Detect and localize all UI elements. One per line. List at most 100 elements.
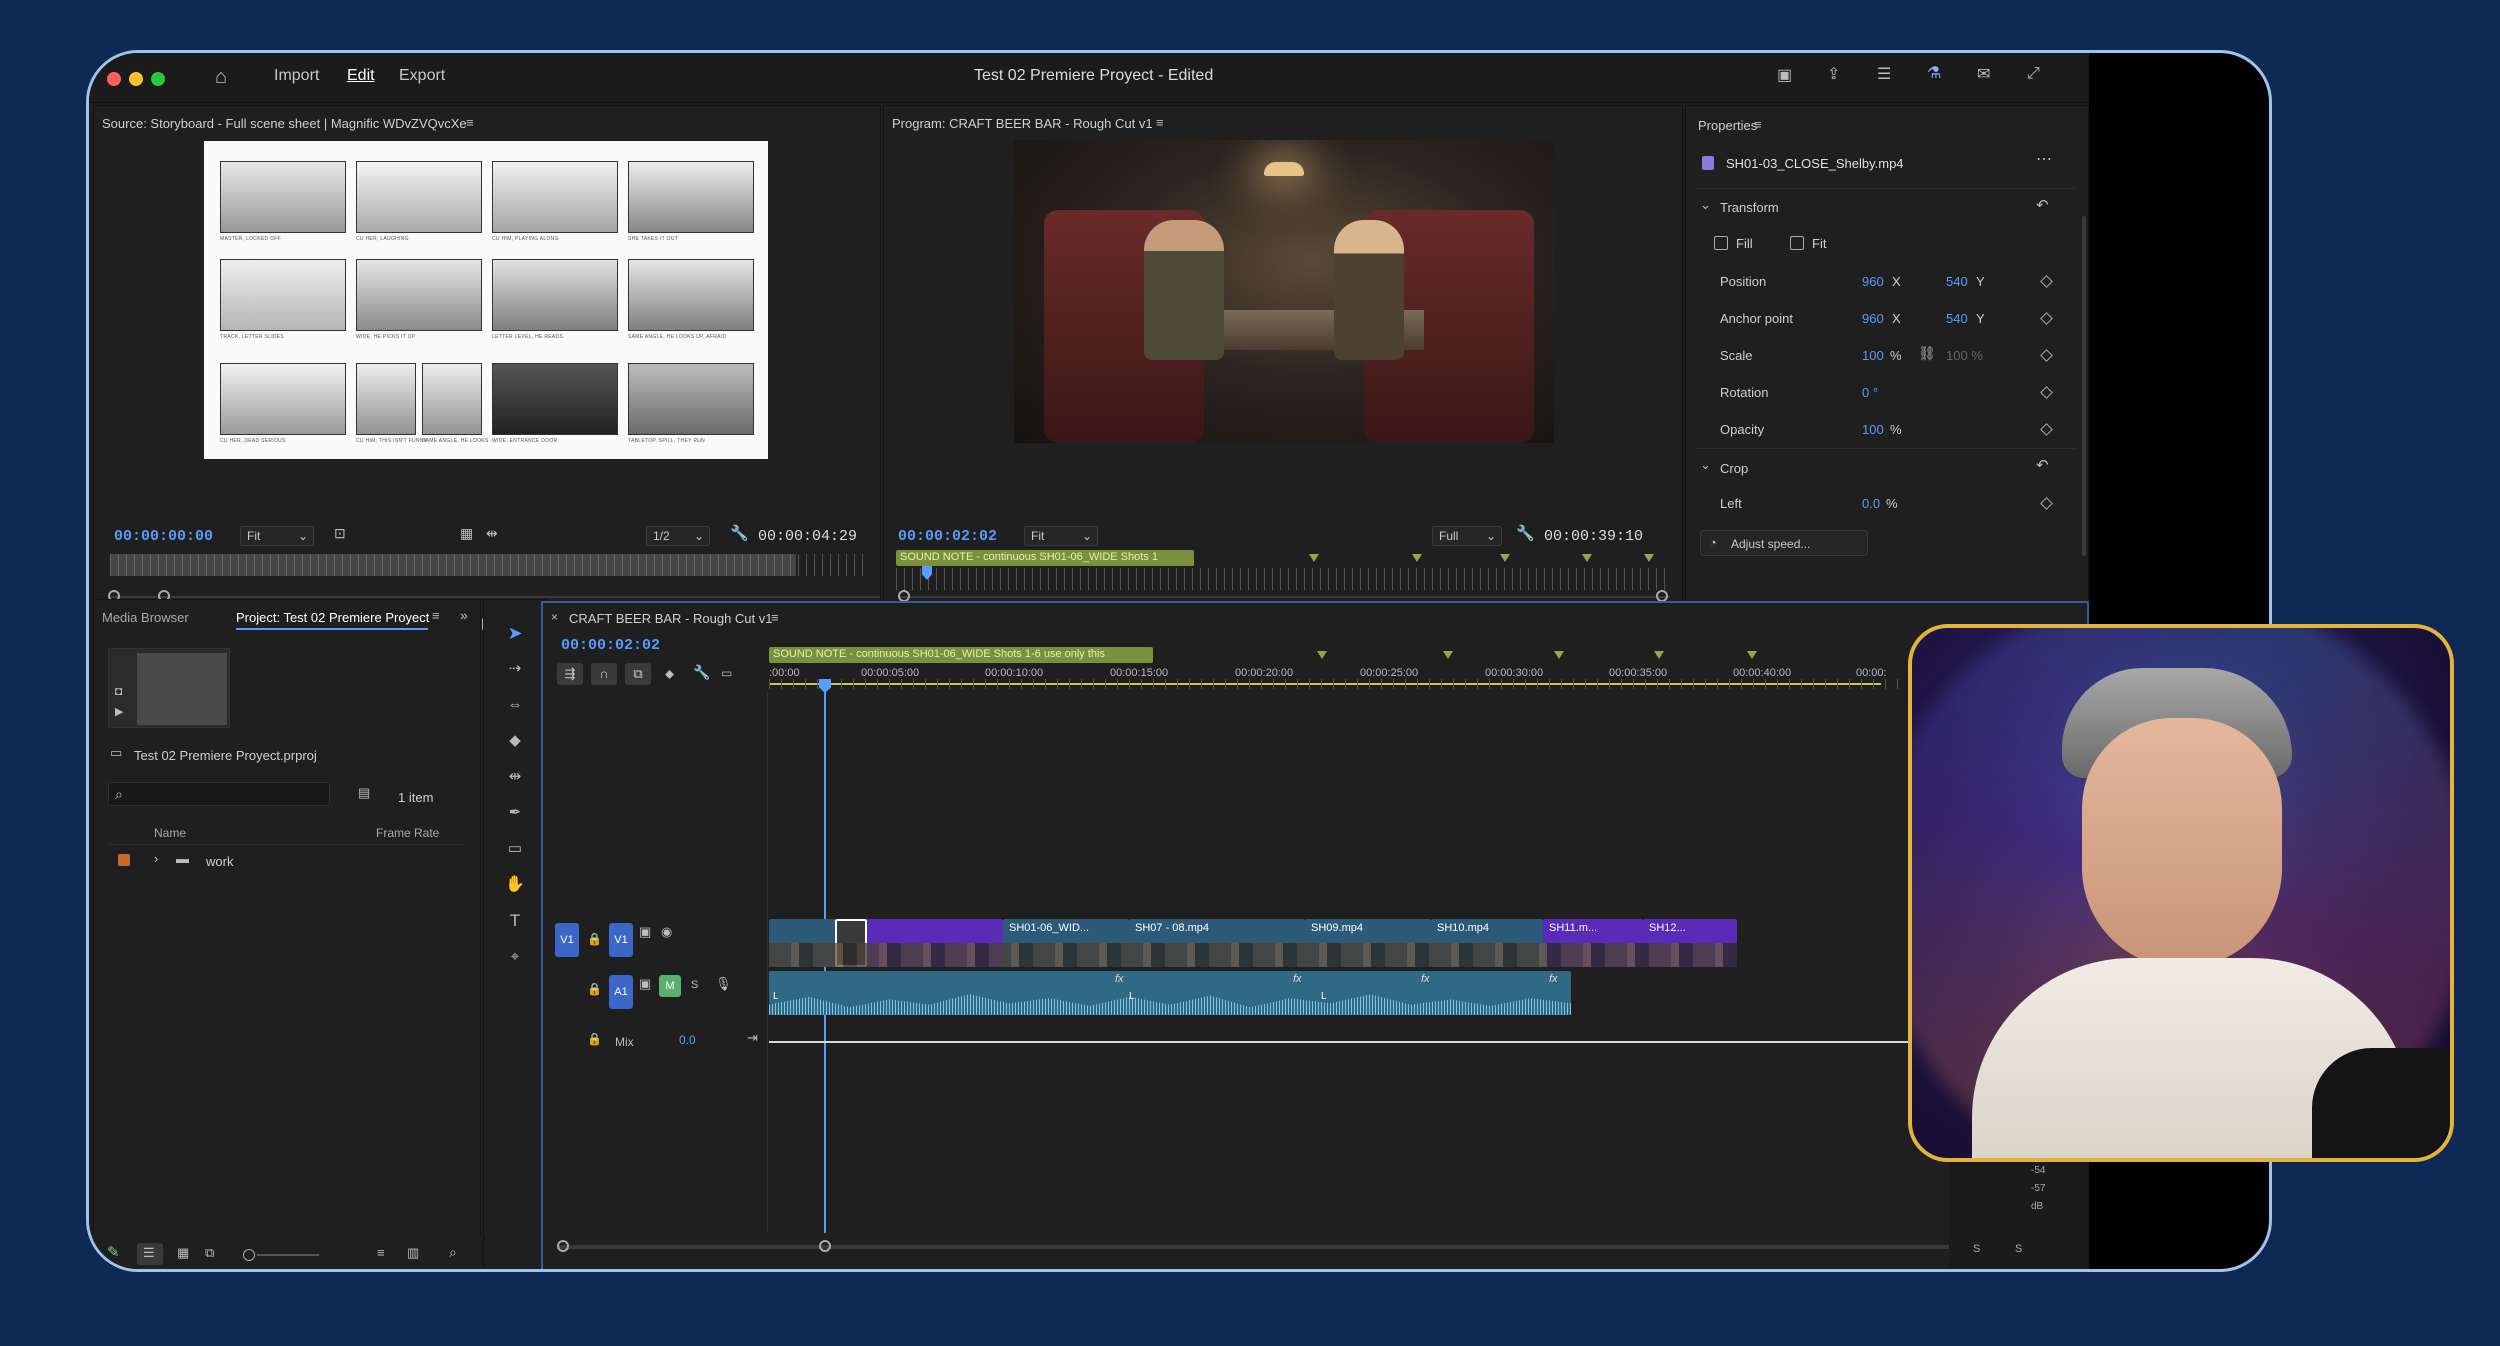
meter-solo-button[interactable]: S: [1973, 1243, 1980, 1255]
eye-icon[interactable]: ◉: [661, 925, 672, 938]
marker-icon[interactable]: [1554, 651, 1564, 659]
lock-icon[interactable]: 🔒: [587, 983, 602, 995]
reset-icon[interactable]: ↶: [2036, 458, 2049, 473]
icon-view-icon[interactable]: ▦: [177, 1246, 189, 1259]
chevron-right-icon[interactable]: ›: [154, 852, 158, 865]
mute-button[interactable]: M: [659, 975, 681, 997]
bin-icon[interactable]: ▤: [358, 786, 370, 799]
panel-menu-icon[interactable]: ≡: [1754, 118, 1762, 131]
list-icon[interactable]: ☰: [1877, 67, 1891, 83]
program-ruler[interactable]: [896, 568, 1672, 590]
type-tool-icon[interactable]: T: [502, 908, 528, 934]
video-clip[interactable]: [769, 919, 835, 967]
keyframe-icon[interactable]: [2040, 312, 2053, 325]
lock-icon[interactable]: 🔒: [587, 1033, 602, 1045]
wrench-icon[interactable]: 🔧: [1516, 526, 1535, 541]
label-color-icon[interactable]: [118, 854, 130, 866]
keyframe-icon[interactable]: [2040, 386, 2053, 399]
fx-badge[interactable]: fx: [1421, 973, 1430, 985]
freeform-view-icon[interactable]: ⧉: [205, 1246, 214, 1259]
close-tab-icon[interactable]: ×: [551, 611, 558, 623]
marker-icon[interactable]: [1443, 651, 1453, 659]
col-name[interactable]: Name: [154, 826, 186, 840]
source-zoom-bar[interactable]: [110, 596, 880, 598]
adjust-speed-button[interactable]: ◔ Adjust speed...: [1700, 530, 1868, 556]
feedback-icon[interactable]: ✉: [1977, 67, 1990, 83]
safe-margins-icon[interactable]: ▦: [460, 526, 473, 540]
marker-icon[interactable]: [1747, 651, 1757, 659]
minimize-window-button[interactable]: [129, 72, 143, 86]
fullscreen-icon[interactable]: ⤢: [2027, 66, 2040, 82]
tab-media-browser[interactable]: Media Browser: [102, 610, 189, 625]
timeline-marker-label[interactable]: SOUND NOTE - continuous SH01-06_WIDE Sho…: [769, 647, 1153, 663]
keyframe-icon[interactable]: [2040, 275, 2053, 288]
razor-tool-icon[interactable]: ◆: [502, 728, 528, 754]
track-select-tool-icon[interactable]: ⇢: [502, 656, 528, 682]
fill-icon[interactable]: [1714, 236, 1728, 250]
add-marker-icon[interactable]: ⬥: [665, 667, 674, 680]
crop-left-value[interactable]: 0.0: [1862, 496, 1880, 511]
video-clip[interactable]: SH09.mp4: [1305, 919, 1431, 967]
hand-tool-icon[interactable]: ✋: [502, 872, 528, 898]
rectangle-tool-icon[interactable]: ▭: [502, 836, 528, 862]
remix-tool-icon[interactable]: ⌖: [502, 944, 528, 970]
col-frame-rate[interactable]: Frame Rate: [376, 826, 439, 840]
marker-icon[interactable]: [1317, 651, 1327, 659]
go-to-end-icon[interactable]: ⇥: [747, 1031, 758, 1044]
mix-value[interactable]: 0.0: [679, 1033, 696, 1047]
zoom-slider[interactable]: [257, 1254, 319, 1256]
panel-menu-icon[interactable]: ≡: [771, 611, 779, 624]
automate-icon[interactable]: ▥: [407, 1246, 419, 1259]
chevron-down-icon[interactable]: ⌄: [1700, 458, 1711, 471]
menu-export[interactable]: Export: [399, 67, 445, 85]
panel-menu-icon[interactable]: ≡: [1156, 116, 1164, 129]
tab-project[interactable]: Project: Test 02 Premiere Proyect: [236, 610, 429, 625]
video-clip[interactable]: [867, 919, 1003, 967]
anchor-y-value[interactable]: 540: [1946, 311, 1968, 326]
program-resolution-select[interactable]: Full ⌄: [1432, 526, 1502, 546]
settings-box-icon[interactable]: ⊡: [334, 526, 346, 540]
snap-icon[interactable]: ∩: [591, 663, 617, 685]
marker-icon[interactable]: [1654, 651, 1664, 659]
keyframe-icon[interactable]: [2040, 423, 2053, 436]
panel-menu-icon[interactable]: ≡: [432, 609, 440, 622]
menu-import[interactable]: Import: [274, 67, 319, 85]
fit-icon[interactable]: [1790, 236, 1804, 250]
marker-icon[interactable]: [1309, 554, 1319, 562]
project-thumbnail[interactable]: ◘ ▶: [108, 648, 230, 728]
share-icon[interactable]: ⇪: [1827, 67, 1840, 83]
keyframe-icon[interactable]: [2040, 349, 2053, 362]
marker-icon[interactable]: [1644, 554, 1654, 562]
program-marker-label[interactable]: SOUND NOTE - continuous SH01-06_WIDE Sho…: [896, 550, 1194, 566]
fit-label[interactable]: Fit: [1812, 236, 1826, 251]
scale-value[interactable]: 100: [1862, 348, 1884, 363]
fx-badge[interactable]: fx: [1293, 973, 1302, 985]
slip-tool-icon[interactable]: ⇹: [502, 764, 528, 790]
zoom-handle-right[interactable]: [819, 1240, 831, 1252]
program-zoom-bar[interactable]: [900, 596, 1670, 598]
folder-name[interactable]: work: [206, 854, 233, 869]
ripple-edit-tool-icon[interactable]: ⇔: [502, 692, 528, 718]
meter-solo-button[interactable]: S: [2015, 1243, 2022, 1255]
marker-icon[interactable]: [1412, 554, 1422, 562]
opacity-value[interactable]: 100: [1862, 422, 1884, 437]
timeline-timecode[interactable]: 00:00:02:02: [561, 637, 660, 654]
video-clip[interactable]: SH11.m...: [1543, 919, 1643, 967]
zoom-slider-handle[interactable]: [243, 1249, 255, 1261]
audio-clip[interactable]: L L L fx fx fx fx: [769, 971, 1571, 1015]
anchor-x-value[interactable]: 960: [1862, 311, 1884, 326]
properties-scrollbar[interactable]: [2082, 216, 2086, 556]
marker-icon[interactable]: [1582, 554, 1592, 562]
marker-icon[interactable]: [1500, 554, 1510, 562]
expand-panels-icon[interactable]: »: [460, 608, 468, 622]
v1-source-patch[interactable]: V1: [555, 923, 579, 957]
transform-section[interactable]: Transform: [1720, 200, 1779, 215]
solo-button[interactable]: S: [691, 979, 698, 991]
link-icon[interactable]: ⛓: [1918, 346, 1936, 360]
video-clip[interactable]: SH12...: [1643, 919, 1737, 967]
sync-lock-icon[interactable]: ▣: [639, 977, 651, 990]
timeline-horizontal-scrollbar[interactable]: [557, 1245, 2077, 1249]
beta-icon[interactable]: ⚗: [1927, 66, 1941, 82]
fx-badge[interactable]: fx: [1115, 973, 1124, 985]
v1-target-button[interactable]: V1: [609, 923, 633, 957]
